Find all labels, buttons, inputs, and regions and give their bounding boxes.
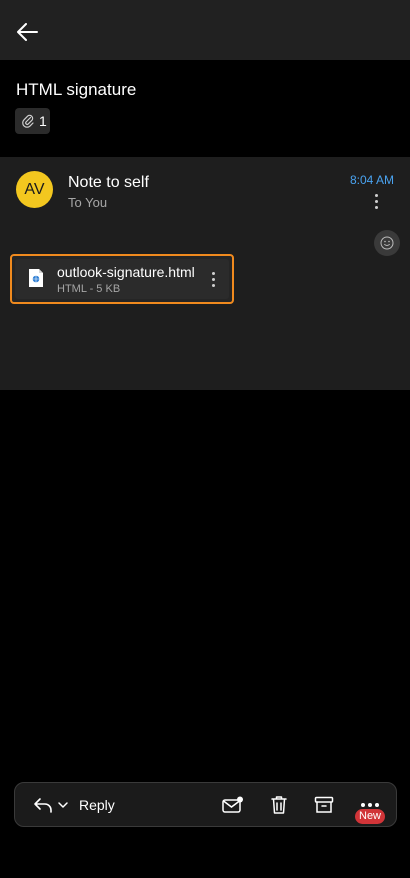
bottom-action-bar: Reply New: [14, 782, 397, 827]
more-vertical-icon: [211, 271, 215, 275]
new-badge: New: [355, 809, 386, 824]
reply-icon: [34, 798, 52, 813]
message-time: 8:04 AM: [349, 173, 394, 187]
message-more-button[interactable]: [366, 191, 386, 211]
message-card: AV Note to self To You 8:04 AM outlook-s…: [0, 157, 410, 390]
attachment-card[interactable]: outlook-signature.html HTML - 5 KB: [10, 254, 234, 304]
attachment-file-meta: HTML - 5 KB: [57, 283, 121, 295]
paperclip-icon: [22, 114, 34, 128]
delete-icon: [271, 796, 287, 814]
sender-name[interactable]: Note to self: [68, 174, 149, 192]
mark-unread-button[interactable]: [221, 793, 245, 817]
more-vertical-icon: [374, 193, 378, 197]
delete-button[interactable]: [267, 793, 291, 817]
attachment-file-name: outlook-signature.html: [57, 264, 195, 280]
attachment-card-body: outlook-signature.html HTML - 5 KB: [15, 259, 229, 299]
archive-button[interactable]: [312, 793, 336, 817]
avatar[interactable]: AV: [16, 171, 53, 208]
archive-icon: [314, 796, 334, 813]
subject-area: HTML signature 1: [0, 60, 410, 157]
recipient-line[interactable]: To You: [68, 195, 107, 210]
chevron-down-icon[interactable]: [57, 800, 69, 810]
more-vertical-icon-dot: [211, 283, 215, 287]
more-icon: [361, 803, 379, 807]
smiley-icon: [380, 236, 394, 250]
mark-unread-icon: [222, 796, 243, 813]
reply-label: Reply: [79, 797, 115, 813]
attachment-count-chip[interactable]: 1: [15, 108, 50, 134]
html-file-icon: [29, 269, 43, 287]
reaction-button[interactable]: [374, 230, 400, 256]
attachment-count: 1: [39, 113, 47, 129]
email-subject: HTML signature: [16, 80, 137, 99]
arrow-left-icon: [17, 23, 38, 41]
top-bar: [0, 0, 410, 60]
reply-button[interactable]: Reply: [33, 793, 115, 817]
back-button[interactable]: [10, 17, 44, 47]
more-vertical-icon-dot: [211, 277, 215, 281]
email-view-screen: HTML signature 1 AV Note to self To You …: [0, 0, 410, 878]
more-vertical-icon-dot: [374, 199, 378, 203]
attachment-more-button[interactable]: [205, 268, 221, 290]
more-vertical-icon-dot: [374, 205, 378, 209]
